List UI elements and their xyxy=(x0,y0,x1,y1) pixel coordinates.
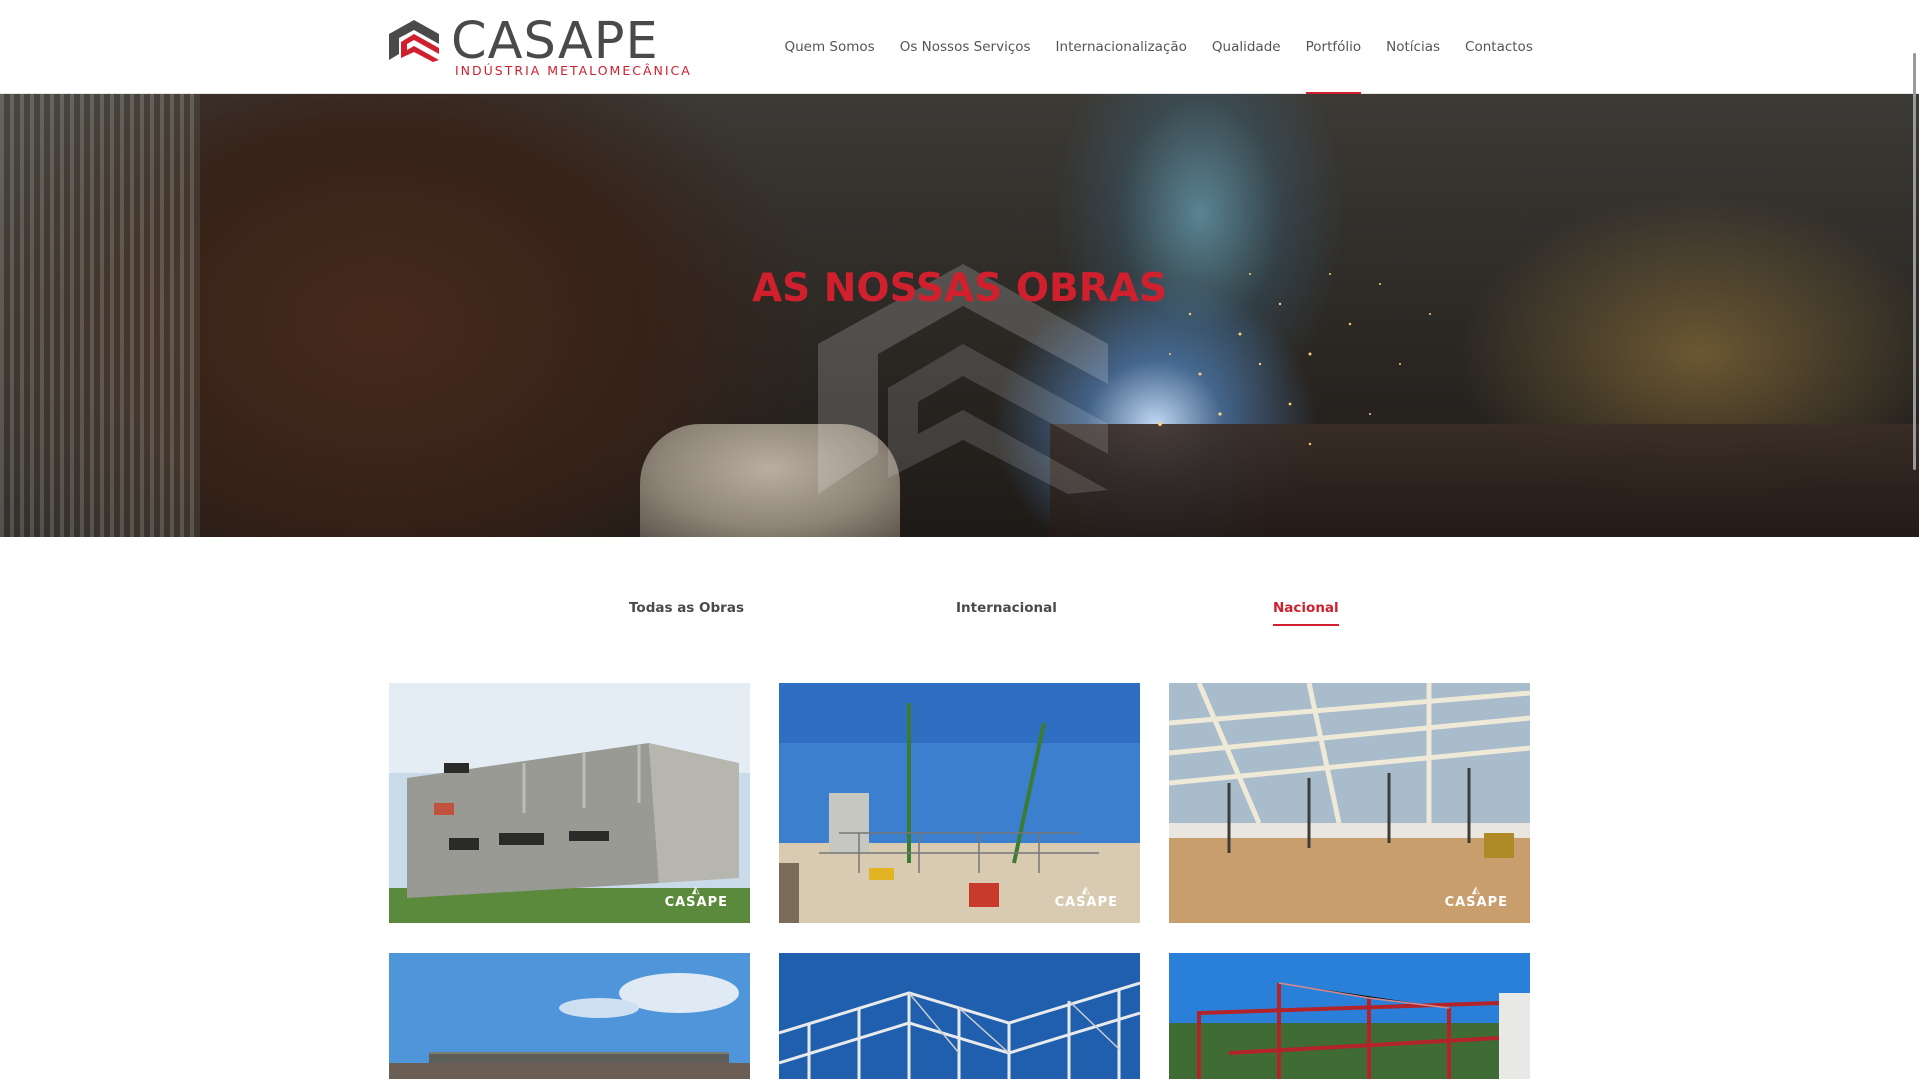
page-title: AS NOSSAS OBRAS xyxy=(751,266,1168,311)
nav-item-servicos[interactable]: Os Nossos Serviços xyxy=(887,0,1043,94)
casape-watermark: ◭ CASAPE xyxy=(1444,885,1508,910)
nav-item-noticias[interactable]: Notícias xyxy=(1374,0,1453,94)
filter-todas-as-obras[interactable]: Todas as Obras xyxy=(629,600,744,626)
portfolio-item-concrete-building[interactable]: ◭ CASAPE xyxy=(389,683,750,923)
multi-storey-frame-image xyxy=(779,953,1140,1079)
filter-nacional[interactable]: Nacional xyxy=(1273,600,1339,626)
page-scrollbar[interactable] xyxy=(1913,53,1916,470)
hero-banner: AS NOSSAS OBRAS xyxy=(0,94,1919,537)
nav-item-portfolio[interactable]: Portfólio xyxy=(1293,0,1374,94)
casape-watermark: ◭ CASAPE xyxy=(664,885,728,910)
portfolio-item-crane-site[interactable]: ◭ CASAPE xyxy=(779,683,1140,923)
nav-item-quem-somos[interactable]: Quem Somos xyxy=(772,0,887,94)
hero-wall-stripes xyxy=(0,94,200,537)
warehouse-frame-image xyxy=(389,953,750,1079)
portfolio-item-warehouse-frame[interactable] xyxy=(389,953,750,1079)
portfolio-item-multi-storey-frame[interactable] xyxy=(779,953,1140,1079)
nav-item-qualidade[interactable]: Qualidade xyxy=(1199,0,1293,94)
main-nav: Quem Somos Os Nossos Serviços Internacio… xyxy=(772,0,1545,94)
brand-tagline: INDÚSTRIA METALOMECÂNICA xyxy=(455,63,692,78)
portfolio-item-red-frame[interactable] xyxy=(1169,953,1530,1079)
filter-internacional[interactable]: Internacional xyxy=(956,600,1057,626)
portfolio-item-steel-roof[interactable]: ◭ CASAPE xyxy=(1169,683,1530,923)
casape-logo-icon xyxy=(389,20,439,62)
nav-item-contactos[interactable]: Contactos xyxy=(1453,0,1546,94)
casape-watermark: ◭ CASAPE xyxy=(1054,885,1118,910)
red-frame-image xyxy=(1169,953,1530,1079)
site-header: CASAPE INDÚSTRIA METALOMECÂNICA Quem Som… xyxy=(0,0,1919,94)
nav-item-internacionalizacao[interactable]: Internacionalização xyxy=(1043,0,1199,94)
portfolio-filters: Todas as Obras Internacional Nacional xyxy=(0,600,1919,640)
casape-logo[interactable]: CASAPE INDÚSTRIA METALOMECÂNICA xyxy=(389,12,692,80)
welding-sparks-image xyxy=(1158,273,1431,446)
